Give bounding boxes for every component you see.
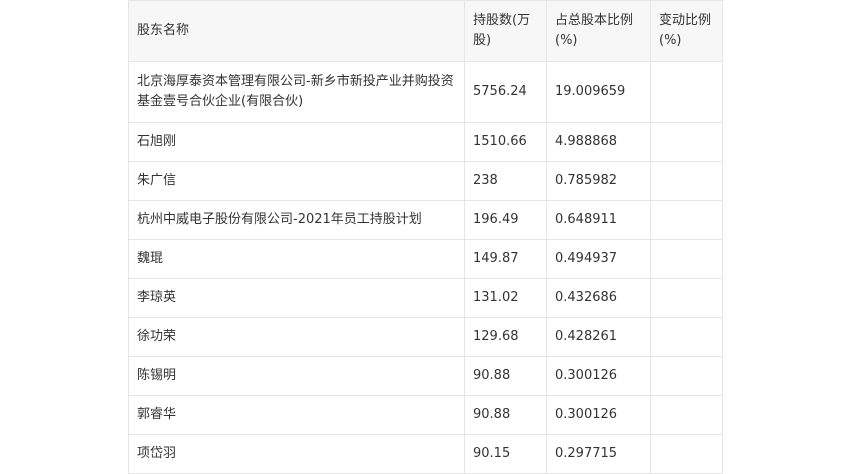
header-shares: 持股数(万股) <box>464 0 547 62</box>
cell-ratio: 0.300126 <box>546 356 651 396</box>
cell-name: 杭州中威电子股份有限公司-2021年员工持股计划 <box>128 200 465 240</box>
cell-name: 郭睿华 <box>128 395 465 435</box>
cell-ratio: 19.009659 <box>546 61 651 123</box>
table-row: 郭睿华 90.88 0.300126 <box>128 395 723 435</box>
cell-ratio: 0.648911 <box>546 200 651 240</box>
cell-shares: 90.15 <box>464 434 547 474</box>
cell-change <box>650 200 723 240</box>
cell-ratio: 0.428261 <box>546 317 651 357</box>
cell-shares: 1510.66 <box>464 122 547 162</box>
header-shareholder-name: 股东名称 <box>128 0 465 62</box>
cell-name: 项岱羽 <box>128 434 465 474</box>
cell-change <box>650 239 723 279</box>
cell-change <box>650 61 723 123</box>
cell-shares: 149.87 <box>464 239 547 279</box>
cell-shares: 196.49 <box>464 200 547 240</box>
cell-name: 朱广信 <box>128 161 465 201</box>
cell-ratio: 0.494937 <box>546 239 651 279</box>
cell-shares: 238 <box>464 161 547 201</box>
cell-name: 陈锡明 <box>128 356 465 396</box>
cell-change <box>650 434 723 474</box>
table-row: 项岱羽 90.15 0.297715 <box>128 434 723 474</box>
shareholder-table: 股东名称 持股数(万股) 占总股本比例(%) 变动比例(%) 北京海厚泰资本管理… <box>128 0 723 474</box>
table-row: 石旭刚 1510.66 4.988868 <box>128 122 723 162</box>
table-row: 朱广信 238 0.785982 <box>128 161 723 201</box>
table-row: 魏琨 149.87 0.494937 <box>128 239 723 279</box>
cell-name: 石旭刚 <box>128 122 465 162</box>
table-row: 徐功荣 129.68 0.428261 <box>128 317 723 357</box>
cell-ratio: 0.785982 <box>546 161 651 201</box>
cell-name: 徐功荣 <box>128 317 465 357</box>
table-row: 北京海厚泰资本管理有限公司-新乡市新投产业并购投资基金壹号合伙企业(有限合伙) … <box>128 61 723 123</box>
table-header-row: 股东名称 持股数(万股) 占总股本比例(%) 变动比例(%) <box>128 0 723 62</box>
cell-shares: 5756.24 <box>464 61 547 123</box>
cell-change <box>650 356 723 396</box>
cell-ratio: 0.300126 <box>546 395 651 435</box>
cell-shares: 90.88 <box>464 395 547 435</box>
cell-change <box>650 317 723 357</box>
cell-ratio: 4.988868 <box>546 122 651 162</box>
table-row: 杭州中威电子股份有限公司-2021年员工持股计划 196.49 0.648911 <box>128 200 723 240</box>
header-share-ratio: 占总股本比例(%) <box>546 0 651 62</box>
table-row: 陈锡明 90.88 0.300126 <box>128 356 723 396</box>
cell-change <box>650 395 723 435</box>
cell-change <box>650 122 723 162</box>
cell-ratio: 0.432686 <box>546 278 651 318</box>
header-change-ratio: 变动比例(%) <box>650 0 723 62</box>
cell-shares: 131.02 <box>464 278 547 318</box>
table-row: 李琼英 131.02 0.432686 <box>128 278 723 318</box>
cell-change <box>650 278 723 318</box>
cell-name: 魏琨 <box>128 239 465 279</box>
cell-shares: 90.88 <box>464 356 547 396</box>
cell-name: 李琼英 <box>128 278 465 318</box>
cell-ratio: 0.297715 <box>546 434 651 474</box>
cell-change <box>650 161 723 201</box>
cell-shares: 129.68 <box>464 317 547 357</box>
cell-name: 北京海厚泰资本管理有限公司-新乡市新投产业并购投资基金壹号合伙企业(有限合伙) <box>128 61 465 123</box>
